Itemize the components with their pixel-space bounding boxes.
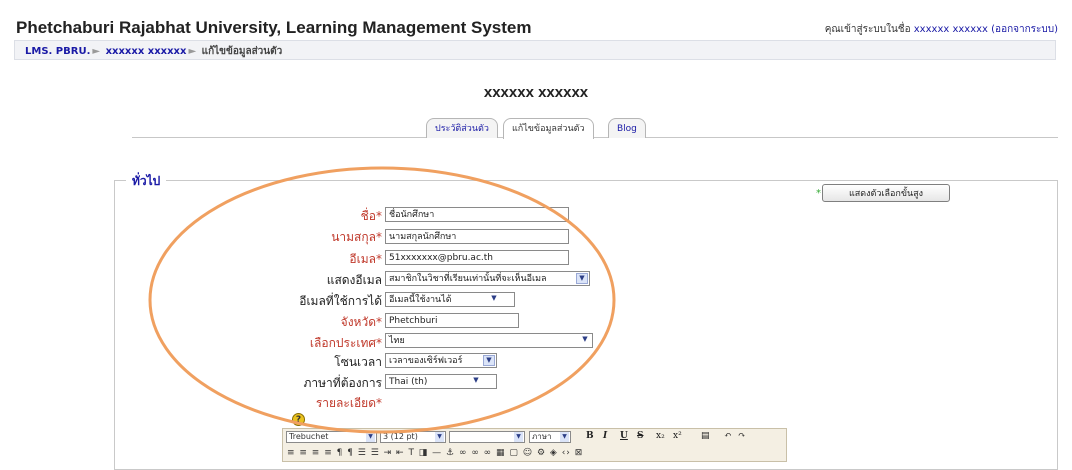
language-select[interactable]: Thai (th) ▼ (385, 374, 497, 389)
breadcrumb-current: แก้ไขข้อมูลส่วนตัว (201, 46, 283, 57)
undo-icon[interactable]: ↶ (724, 431, 732, 441)
help-icon[interactable]: ? (292, 413, 305, 426)
bold-button[interactable]: B (586, 431, 594, 441)
email-enabled-select[interactable]: อีเมลนี้ใช้งานได้ ▼ (385, 292, 515, 307)
advanced-marker: * (816, 188, 821, 199)
general-fieldset (114, 180, 1058, 470)
breadcrumb-home[interactable]: LMS. PBRU. (25, 46, 90, 57)
chevron-down-icon: ▼ (473, 376, 479, 384)
chevron-down-icon: ▼ (435, 432, 444, 442)
fieldset-legend: ทั่วไป (126, 172, 167, 191)
timezone-label: โซนเวลา (334, 355, 382, 369)
style-select[interactable]: ▼ (449, 431, 525, 443)
email-enabled-label: อีเมลที่ใช้การได้ (299, 294, 382, 308)
language-value: Thai (th) (389, 377, 428, 387)
firstname-label: ชื่อ* (360, 209, 382, 223)
chevron-down-icon: ▼ (514, 432, 523, 442)
tab-divider (132, 137, 1058, 138)
chevron-down-icon: ▼ (582, 335, 588, 343)
lastname-field[interactable]: นามสกุลนักศึกษา (385, 229, 569, 244)
show-email-value: สมาชิกในวิชาที่เรียนเท่านั้นที่จะเห็นอีเ… (389, 274, 547, 284)
size-select[interactable]: 3 (12 pt) ▼ (380, 431, 446, 443)
show-email-select[interactable]: สมาชิกในวิชาที่เรียนเท่านั้นที่จะเห็นอีเ… (385, 271, 590, 286)
page-title: xxxxxx xxxxxx (483, 84, 589, 101)
tab-profile[interactable]: ประวัติส่วนตัว (426, 118, 498, 138)
navbar: LMS. PBRU. ► xxxxxx xxxxxx ► แก้ไขข้อมูลส่… (14, 40, 1056, 60)
breadcrumb-arrow-icon: ► (92, 46, 101, 57)
font-select[interactable]: Trebuchet ▼ (286, 431, 377, 443)
size-value: 3 (12 pt) (383, 432, 418, 441)
redo-icon[interactable]: ↷ (738, 431, 746, 441)
chevron-down-icon: ▼ (576, 273, 588, 284)
city-label: จังหวัด* (340, 315, 382, 329)
italic-button[interactable]: I (603, 431, 607, 441)
lang-value: ภาษา (532, 432, 552, 441)
user-link[interactable]: xxxxxx xxxxxx (914, 24, 988, 35)
chevron-down-icon: ▼ (560, 432, 569, 442)
underline-button[interactable]: U (620, 431, 628, 441)
superscript-icon[interactable]: x² (673, 431, 682, 441)
login-info: คุณเข้าสู่ระบบในชื่อ xxxxxx xxxxxx (ออกจ… (825, 22, 1058, 37)
font-value: Trebuchet (289, 432, 329, 441)
timezone-value: เวลาของเซิร์ฟเวอร์ (389, 356, 463, 366)
email-field[interactable]: 51xxxxxxx@pbru.ac.th (385, 250, 569, 265)
clean-word-icon[interactable]: ▤ (701, 431, 710, 441)
chevron-down-icon: ▼ (491, 294, 497, 302)
lastname-label: นามสกุล* (331, 230, 382, 244)
breadcrumb: LMS. PBRU. ► xxxxxx xxxxxx ► แก้ไขข้อมูลส่… (25, 44, 282, 59)
language-select-editor[interactable]: ภาษา ▼ (529, 431, 571, 443)
tab-bar: ประวัติส่วนตัว แก้ไขข้อมูลส่วนตัว Blog (0, 116, 1072, 139)
app-title: Phetchaburi Rajabhat University, Learnin… (16, 18, 532, 37)
formatting-icons-row[interactable]: ≡ ≡ ≡ ≡ ¶ ¶ ☰ ☰ ⇥ ⇤ T ◨ — ⚓ ∞ ∞ ∞ ▦ ▢ ☺ … (287, 448, 583, 459)
country-label: เลือกประเทศ* (309, 336, 382, 350)
timezone-select[interactable]: เวลาของเซิร์ฟเวอร์ ▼ (385, 353, 497, 368)
breadcrumb-arrow-icon: ► (188, 46, 197, 57)
chevron-down-icon: ▼ (483, 355, 495, 366)
city-field[interactable]: Phetchburi (385, 313, 519, 328)
country-value: ไทย (389, 336, 405, 346)
show-email-label: แสดงอีเมล (326, 273, 382, 287)
chevron-down-icon: ▼ (366, 432, 375, 442)
email-enabled-value: อีเมลนี้ใช้งานได้ (389, 295, 452, 305)
strike-button[interactable]: S (637, 431, 644, 441)
email-label: อีเมล* (349, 252, 382, 266)
html-editor-toolbar: Trebuchet ▼ 3 (12 pt) ▼ ▼ ภาษา ▼ B I U S x₂… (282, 428, 787, 462)
description-label: รายละเอียด* (315, 396, 382, 410)
country-select[interactable]: ไทย ▼ (385, 333, 593, 348)
login-prefix: คุณเข้าสู่ระบบในชื่อ (824, 24, 911, 35)
subscript-icon[interactable]: x₂ (656, 431, 665, 441)
breadcrumb-user[interactable]: xxxxxx xxxxxx (106, 46, 187, 57)
language-label: ภาษาที่ต้องการ (303, 376, 382, 390)
tab-edit-profile[interactable]: แก้ไขข้อมูลส่วนตัว (503, 118, 594, 139)
tab-blog[interactable]: Blog (608, 118, 646, 138)
firstname-field[interactable]: ชื่อนักศึกษา (385, 207, 569, 222)
logout-link[interactable]: (ออกจากระบบ) (991, 24, 1058, 35)
show-advanced-button[interactable]: แสดงตัวเลือกขั้นสูง (822, 184, 950, 202)
